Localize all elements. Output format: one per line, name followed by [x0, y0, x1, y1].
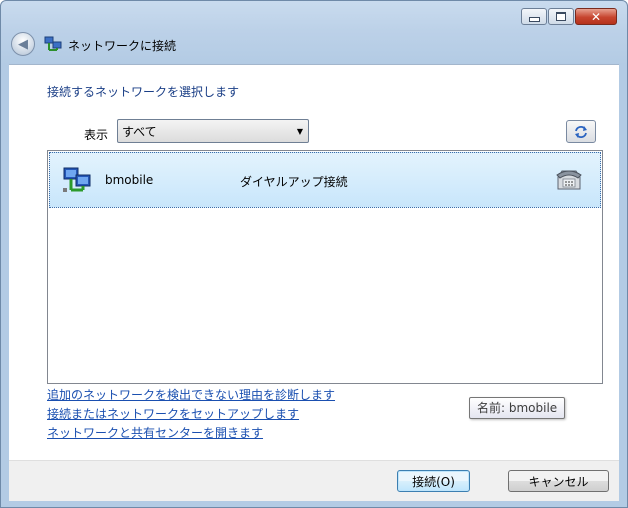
connect-button[interactable]: 接続(O) [397, 470, 470, 492]
network-name: bmobile [105, 173, 154, 187]
network-list[interactable]: bmobile ダイヤルアップ接続 [47, 150, 603, 384]
connect-to-network-window: ✕ ◀ ネットワークに接続 接続するネットワークを選択します 表示 すべて ▼ [0, 0, 628, 508]
back-arrow-icon: ◀ [18, 36, 28, 52]
cancel-button[interactable]: キャンセル [508, 470, 609, 492]
network-list-item[interactable]: bmobile ダイヤルアップ接続 [49, 152, 601, 208]
links-section: 追加のネットワークを検出できない理由を診断します 接続またはネットワークをセット… [47, 386, 335, 443]
network-type: ダイヤルアップ接続 [240, 175, 348, 189]
filter-label: 表示 [84, 128, 109, 142]
network-sharing-center-link[interactable]: ネットワークと共有センターを開きます [47, 424, 335, 443]
diagnose-link[interactable]: 追加のネットワークを検出できない理由を診断します [47, 386, 335, 405]
filter-dropdown[interactable]: すべて ▼ [117, 119, 309, 143]
refresh-icon [575, 125, 587, 138]
telephone-icon [556, 170, 582, 190]
instruction-text: 接続するネットワークを選択します [47, 85, 240, 99]
network-icon [44, 36, 62, 51]
minimize-button[interactable] [521, 8, 547, 25]
filter-selected-value: すべて [122, 124, 157, 139]
refresh-button[interactable] [566, 120, 596, 143]
caption-buttons: ✕ [521, 8, 617, 25]
setup-connection-link[interactable]: 接続またはネットワークをセットアップします [47, 405, 335, 424]
chevron-down-icon: ▼ [296, 126, 304, 136]
name-tooltip: 名前: bmobile [469, 397, 566, 419]
back-button[interactable]: ◀ [11, 32, 35, 56]
maximize-button[interactable] [548, 8, 574, 25]
close-icon: ✕ [590, 9, 602, 24]
window-title: ネットワークに接続 [68, 39, 177, 53]
footer-bar: 接続(O) キャンセル [9, 460, 619, 501]
dialup-network-icon [63, 167, 91, 192]
minimize-icon [528, 17, 540, 22]
content-area: 接続するネットワークを選択します 表示 すべて ▼ bmobile ダイヤルアッ… [9, 64, 619, 461]
maximize-icon [556, 12, 566, 21]
close-button[interactable]: ✕ [575, 8, 617, 25]
